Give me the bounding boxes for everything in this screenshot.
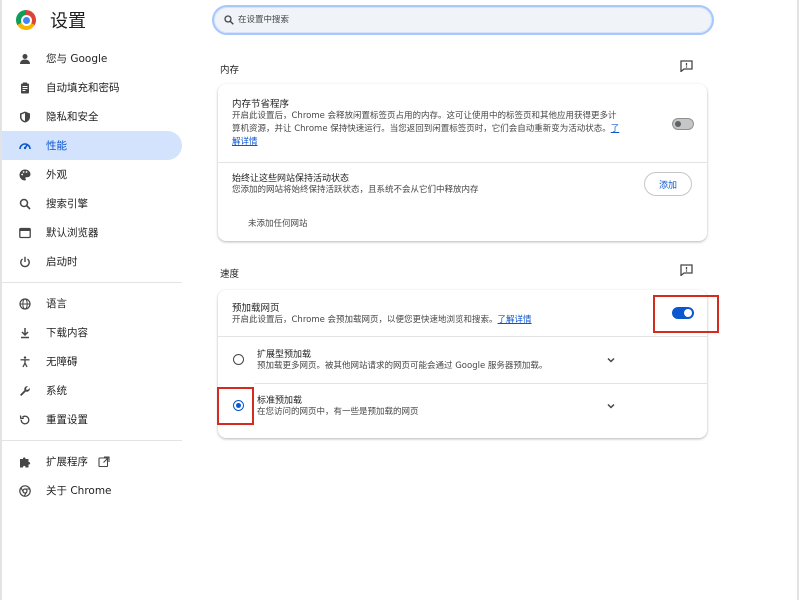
learn-more-link-cont[interactable]: 解详情 (232, 137, 258, 147)
reset-icon (18, 413, 32, 427)
sidebar-item-label: 启动时 (46, 256, 78, 268)
sidebar-item-label: 扩展程序 (46, 456, 88, 468)
speedometer-icon (18, 139, 32, 153)
learn-more-link[interactable]: 了解详情 (498, 315, 532, 325)
sidebar-item-label: 搜索引擎 (46, 198, 88, 210)
shield-icon (18, 110, 32, 124)
sidebar-item-extensions[interactable]: 扩展程序 (2, 447, 182, 476)
sidebar-item-label: 自动填充和密码 (46, 82, 120, 94)
section-title-memory: 内存 (220, 65, 240, 76)
sidebar-item-about-chrome[interactable]: 关于 Chrome (2, 476, 182, 505)
keep-alive-description: 您添加的网站将始终保持活跃状态，且系统不会从它们中释放内存 (232, 185, 479, 195)
extended-preload-description: 预加载更多网页。被其他网站请求的网页可能会通过 Google 服务器预加载。 (257, 361, 548, 371)
standard-preload-description: 在您访问的网页中，有一些是预加载的网页 (257, 407, 419, 417)
sidebar-item-appearance[interactable]: 外观 (2, 160, 182, 189)
sidebar-item-label: 系统 (46, 385, 67, 397)
memory-saver-title: 内存节省程序 (232, 99, 290, 110)
memory-saver-desc-line2-wrap: 算机资源，并让 Chrome 保持快速运行。当您返回到闲置标签页时，它们会自动重… (232, 123, 662, 136)
no-sites-label: 未添加任何网站 (248, 219, 308, 229)
memory-saver-desc-line2: 算机资源，并让 Chrome 保持快速运行。当您返回到闲置标签页时，它们会自动重… (232, 124, 611, 134)
clipboard-icon (18, 81, 32, 95)
sidebar-item-label: 重置设置 (46, 414, 88, 426)
sidebar-item-label: 无障碍 (46, 356, 78, 368)
divider (254, 383, 707, 384)
sidebar-item-label: 下载内容 (46, 327, 88, 339)
sidebar-divider (2, 282, 182, 283)
search-icon (18, 197, 32, 211)
sidebar-item-label: 您与 Google (46, 53, 108, 65)
preload-description: 开启此设置后，Chrome 会预加载网页，以便您更快速地浏览和搜索。了解详情 (232, 314, 532, 327)
sidebar-item-system[interactable]: 系统 (2, 376, 182, 405)
keep-alive-title: 始终让这些网站保持活动状态 (232, 174, 350, 184)
sidebar-item-downloads[interactable]: 下载内容 (2, 318, 182, 347)
divider (218, 336, 707, 337)
brand: 设置 (16, 8, 86, 32)
sidebar-item-privacy[interactable]: 隐私和安全 (2, 102, 182, 131)
sidebar-item-label: 关于 Chrome (46, 485, 112, 497)
sidebar-item-on-startup[interactable]: 启动时 (2, 247, 182, 276)
sidebar-divider (2, 440, 182, 441)
globe-icon (18, 297, 32, 311)
page-title: 设置 (50, 11, 86, 32)
sidebar-item-label: 性能 (46, 140, 67, 152)
search-bar[interactable] (212, 5, 714, 35)
chevron-down-icon[interactable] (606, 355, 616, 365)
divider (218, 162, 707, 163)
feedback-icon[interactable] (679, 263, 693, 277)
wrench-icon (18, 384, 32, 398)
sidebar-item-reset-settings[interactable]: 重置设置 (2, 405, 182, 434)
preload-desc-text: 开启此设置后，Chrome 会预加载网页，以便您更快速地浏览和搜索。 (232, 315, 498, 325)
sidebar-item-you-and-google[interactable]: 您与 Google (2, 44, 182, 73)
sidebar-item-label: 外观 (46, 169, 67, 181)
sidebar-item-performance[interactable]: 性能 (2, 131, 182, 160)
person-icon (18, 52, 32, 66)
extended-preload-title: 扩展型预加载 (257, 350, 312, 360)
chrome-logo-icon (16, 10, 36, 30)
sidebar: 设置 您与 Google 自动填充和密码 隐私和安全 性能 外观 搜索引擎 默认… (0, 0, 190, 600)
learn-more-link[interactable]: 了 (611, 124, 620, 134)
accessibility-icon (18, 355, 32, 369)
memory-saver-toggle[interactable] (672, 118, 694, 130)
feedback-icon[interactable] (679, 59, 693, 73)
download-icon (18, 326, 32, 340)
chevron-down-icon[interactable] (606, 401, 616, 411)
sidebar-item-accessibility[interactable]: 无障碍 (2, 347, 182, 376)
speed-card: 预加载网页 开启此设置后，Chrome 会预加载网页，以便您更快速地浏览和搜索。… (218, 290, 707, 438)
power-icon (18, 255, 32, 269)
palette-icon (18, 168, 32, 182)
sidebar-item-autofill[interactable]: 自动填充和密码 (2, 73, 182, 102)
standard-preload-title: 标准预加载 (257, 396, 303, 406)
window-edge (797, 0, 799, 600)
section-title-speed: 速度 (220, 269, 240, 280)
sidebar-nav: 您与 Google 自动填充和密码 隐私和安全 性能 外观 搜索引擎 默认浏览器 (2, 44, 182, 505)
toggle-highlight-box (653, 295, 719, 333)
sidebar-item-languages[interactable]: 语言 (2, 289, 182, 318)
sidebar-item-default-browser[interactable]: 默认浏览器 (2, 218, 182, 247)
memory-card: 内存节省程序 开启此设置后，Chrome 会释放闲置标签页占用的内存。这可让使用… (218, 84, 707, 241)
puzzle-icon (18, 455, 32, 469)
radio-highlight-box (217, 387, 254, 425)
sidebar-item-search-engine[interactable]: 搜索引擎 (2, 189, 182, 218)
search-input[interactable] (238, 15, 678, 25)
search-icon (224, 15, 234, 25)
sidebar-item-label: 默认浏览器 (46, 227, 99, 239)
memory-saver-desc-line1: 开启此设置后，Chrome 会释放闲置标签页占用的内存。这可让使用中的标签页和其… (232, 111, 617, 121)
sidebar-item-label: 语言 (46, 298, 67, 310)
extended-preload-radio[interactable] (233, 354, 244, 365)
open-in-new-icon (98, 455, 110, 468)
preload-title: 预加载网页 (232, 303, 280, 314)
chrome-icon (18, 484, 32, 498)
add-site-button[interactable]: 添加 (644, 172, 692, 196)
browser-icon (18, 226, 32, 240)
sidebar-item-label: 隐私和安全 (46, 111, 99, 123)
memory-saver-description: 开启此设置后，Chrome 会释放闲置标签页占用的内存。这可让使用中的标签页和其… (232, 110, 662, 149)
